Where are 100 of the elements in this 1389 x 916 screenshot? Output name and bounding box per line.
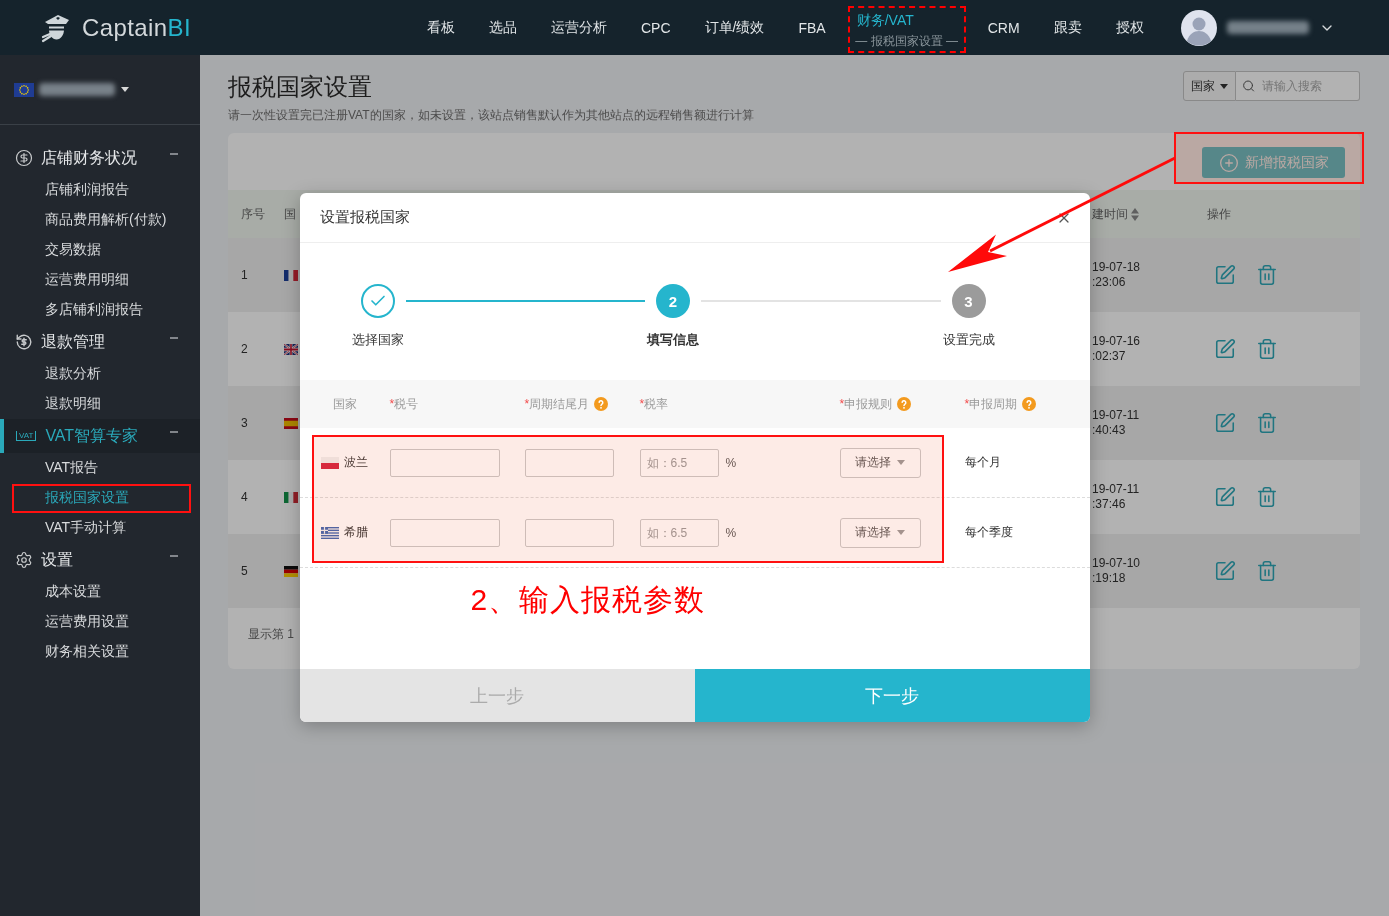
- sidebar-item[interactable]: 商品费用解析(付款): [0, 205, 200, 235]
- scope-select[interactable]: 国家: [1183, 71, 1236, 101]
- step-indicator: 3: [951, 284, 986, 318]
- edit-icon[interactable]: [1214, 412, 1236, 434]
- minus-icon[interactable]: [170, 428, 178, 436]
- period-text: 每个季度: [964, 524, 1014, 541]
- trash-icon[interactable]: [1256, 486, 1278, 508]
- page-title: 报税国家设置: [228, 72, 373, 102]
- caret-icon: [1220, 83, 1228, 89]
- settings-icon: [15, 551, 33, 569]
- unit-text: %: [725, 455, 737, 470]
- date-text: 19-07-11: [1092, 482, 1141, 497]
- tax-id-input[interactable]: [389, 448, 500, 477]
- sidebar-section-header[interactable]: 店铺财务状况: [41, 141, 162, 175]
- date-text: 19-07-10: [1092, 556, 1142, 571]
- sidebar-item[interactable]: 运营费用明细: [0, 265, 200, 295]
- flag-icon: [321, 456, 339, 469]
- rule-select[interactable]: 请选择: [839, 517, 921, 548]
- column-header: 申报规则: [844, 395, 893, 413]
- nav-link[interactable]: CRM: [970, 0, 1037, 55]
- eu-flag-icon: [14, 82, 34, 97]
- edit-icon[interactable]: [1214, 338, 1236, 360]
- flag-icon: [284, 417, 298, 429]
- plus-icon: [1218, 152, 1239, 173]
- period-end-month-input[interactable]: [524, 448, 614, 477]
- nav-link[interactable]: 运营分析: [534, 0, 624, 55]
- nav-link[interactable]: 财务/VAT: [856, 12, 914, 28]
- sort-icon[interactable]: [1131, 207, 1139, 221]
- dollar-icon: [15, 149, 33, 167]
- nav-link[interactable]: 选品: [472, 0, 534, 55]
- country-name: 希腊: [344, 524, 368, 541]
- sidebar-item[interactable]: 多店铺利润报告: [0, 295, 200, 325]
- nav-sublabel: — 报税国家设置 —: [855, 34, 959, 48]
- tax-rate-input[interactable]: 如：6.5: [639, 518, 719, 547]
- edit-icon[interactable]: [1214, 264, 1236, 286]
- nav-link[interactable]: 订单/绩效: [687, 0, 782, 55]
- sidebar-item[interactable]: VAT手动计算: [0, 513, 200, 543]
- trash-icon[interactable]: [1256, 264, 1278, 286]
- column-header: 序号: [241, 205, 265, 223]
- step-label: 设置完成: [942, 331, 995, 349]
- help-icon[interactable]: [897, 397, 912, 411]
- nav-link[interactable]: 授权: [1098, 0, 1161, 55]
- step-indicator: 2: [656, 284, 690, 318]
- row-number: 5: [241, 564, 248, 578]
- trash-icon[interactable]: [1256, 412, 1278, 434]
- required-mark: *: [839, 397, 845, 411]
- minus-icon[interactable]: [170, 552, 178, 560]
- row-number: 2: [241, 342, 248, 356]
- sidebar-item[interactable]: 财务相关设置: [0, 637, 200, 667]
- sidebar-item[interactable]: 交易数据: [0, 235, 200, 265]
- sidebar-item[interactable]: 店铺利润报告: [0, 175, 200, 205]
- edit-icon[interactable]: [1214, 560, 1236, 582]
- tax-id-input[interactable]: [389, 518, 500, 547]
- sidebar-item[interactable]: 退款分析: [0, 359, 200, 389]
- sidebar-item[interactable]: VAT报告: [0, 453, 200, 483]
- required-mark: *: [639, 397, 645, 411]
- step-label: 填写信息: [647, 331, 699, 349]
- minus-icon[interactable]: [170, 334, 178, 342]
- help-icon[interactable]: [1022, 397, 1037, 411]
- nav-link[interactable]: 看板: [410, 0, 472, 55]
- time-text: :40:43: [1092, 423, 1127, 438]
- sidebar-item[interactable]: 成本设置: [0, 577, 200, 607]
- logo-wordmark: CaptainBI: [82, 13, 191, 42]
- tax-rate-input[interactable]: 如：6.5: [639, 448, 719, 477]
- trash-icon[interactable]: [1256, 338, 1278, 360]
- minus-icon[interactable]: [170, 150, 178, 158]
- column-header: 操作: [1207, 205, 1231, 223]
- date-text: 19-07-18: [1092, 260, 1142, 275]
- page-subtitle: 请一次性设置完已注册VAT的国家，如未设置，该站点销售默认作为其他站点的远程销售额进行计算: [228, 107, 754, 123]
- sidebar-section-header[interactable]: VAT智算专家: [45, 419, 162, 453]
- rule-select[interactable]: 请选择: [839, 447, 921, 478]
- help-icon[interactable]: [594, 397, 609, 411]
- period-text: 每个月: [964, 454, 1002, 471]
- nav-link[interactable]: CPC: [624, 0, 688, 55]
- required-mark: *: [389, 397, 395, 411]
- avatar[interactable]: [1180, 9, 1217, 46]
- row-number: 4: [241, 490, 248, 504]
- trash-icon[interactable]: [1256, 560, 1278, 582]
- period-end-month-input[interactable]: [524, 518, 614, 547]
- time-text: :19:18: [1092, 571, 1127, 586]
- flag-icon: [284, 343, 298, 355]
- sidebar-item[interactable]: 报税国家设置: [0, 483, 200, 513]
- nav-link[interactable]: FBA: [781, 0, 843, 55]
- flag-icon: [321, 526, 339, 539]
- column-header: 申报周期: [969, 395, 1018, 413]
- unit-text: %: [725, 525, 737, 540]
- row-number: 3: [241, 416, 248, 430]
- column-header: 国: [284, 205, 296, 223]
- sidebar-item[interactable]: 退款明细: [0, 389, 200, 419]
- flag-icon: [284, 491, 298, 503]
- refund-icon: [15, 333, 33, 351]
- sidebar-section-header[interactable]: 退款管理: [41, 325, 162, 359]
- sidebar-item[interactable]: 运营费用设置: [0, 607, 200, 637]
- flag-icon: [284, 565, 298, 577]
- required-mark: *: [524, 397, 530, 411]
- nav-link[interactable]: 跟卖: [1036, 0, 1099, 55]
- caret-icon[interactable]: [121, 87, 129, 92]
- sidebar-section-header[interactable]: 设置: [41, 543, 162, 577]
- edit-icon[interactable]: [1214, 486, 1236, 508]
- date-text: 19-07-11: [1092, 408, 1141, 423]
